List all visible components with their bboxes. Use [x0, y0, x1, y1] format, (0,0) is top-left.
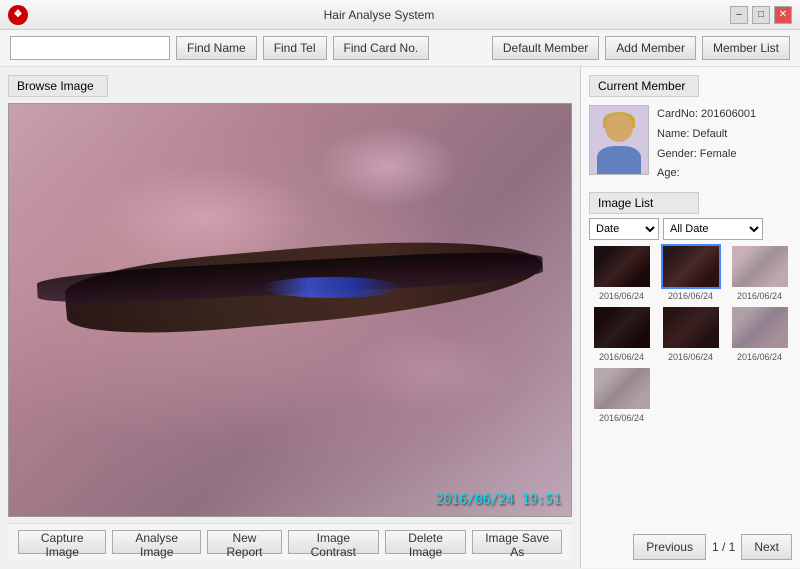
thumb-bg-1 — [594, 246, 650, 287]
avatar-body — [597, 146, 641, 174]
thumb-date: 2016/06/24 — [668, 352, 713, 362]
delete-image-button[interactable]: Delete Image — [385, 530, 467, 554]
member-card-no: CardNo: 201606001 — [657, 105, 756, 125]
analyse-image-button[interactable]: Analyse Image — [112, 530, 200, 554]
filter-row: Date All Date — [589, 218, 792, 240]
toolbar: Find Name Find Tel Find Card No. Default… — [0, 30, 800, 67]
member-avatar — [589, 105, 649, 175]
list-item[interactable]: 2016/06/24 — [727, 305, 792, 362]
thumb-bg-3 — [732, 246, 788, 287]
next-button[interactable]: Next — [741, 534, 792, 560]
thumb-bg-6 — [732, 307, 788, 348]
add-member-button[interactable]: Add Member — [605, 36, 696, 60]
thumbnail-image[interactable] — [592, 366, 652, 411]
left-panel: Browse Image 2016/06/24 19:51 Capture Im… — [0, 67, 580, 568]
thumbnail-image[interactable] — [661, 305, 721, 350]
thumbnail-grid: 2016/06/24 2016/06/24 2016/06/24 — [589, 244, 792, 423]
right-panel: Current Member CardNo: 201606001 Name: D… — [580, 67, 800, 568]
previous-button[interactable]: Previous — [633, 534, 706, 560]
window-title: Hair Analyse System — [28, 8, 730, 22]
thumb-date: 2016/06/24 — [737, 291, 782, 301]
restore-button[interactable]: □ — [752, 6, 770, 24]
avatar-head — [605, 114, 633, 142]
thumb-bg-2 — [663, 246, 719, 287]
member-gender: Gender: Female — [657, 145, 756, 165]
list-item[interactable]: 2016/06/24 — [658, 305, 723, 362]
new-report-button[interactable]: New Report — [207, 530, 282, 554]
image-list-label-wrapper: Image List — [589, 192, 792, 214]
default-member-button[interactable]: Default Member — [492, 36, 599, 60]
member-card: CardNo: 201606001 Name: Default Gender: … — [589, 105, 792, 184]
thumb-date: 2016/06/24 — [599, 413, 644, 423]
main-area: Browse Image 2016/06/24 19:51 Capture Im… — [0, 67, 800, 568]
all-date-filter-select[interactable]: All Date — [663, 218, 763, 240]
image-display: 2016/06/24 19:51 — [8, 103, 572, 517]
thumb-date: 2016/06/24 — [668, 291, 713, 301]
close-button[interactable]: ✕ — [774, 6, 792, 24]
image-save-as-button[interactable]: Image Save As — [472, 530, 562, 554]
find-card-no-button[interactable]: Find Card No. — [333, 36, 430, 60]
title-bar: ❖ Hair Analyse System – □ ✕ — [0, 0, 800, 30]
thumb-date: 2016/06/24 — [599, 291, 644, 301]
list-item[interactable]: 2016/06/24 — [589, 305, 654, 362]
thumbnail-image[interactable] — [592, 305, 652, 350]
capture-image-button[interactable]: Capture Image — [18, 530, 106, 554]
thumbnail-image-selected[interactable] — [661, 244, 721, 289]
minimize-button[interactable]: – — [730, 6, 748, 24]
scatter-highlight-3 — [318, 125, 459, 207]
member-name: Name: Default — [657, 125, 756, 145]
thumb-bg-4 — [594, 307, 650, 348]
thumb-date: 2016/06/24 — [599, 352, 644, 362]
thumb-bg-7 — [594, 368, 650, 409]
hair-image-background — [9, 104, 571, 516]
member-info: CardNo: 201606001 Name: Default Gender: … — [657, 105, 756, 184]
list-item[interactable]: 2016/06/24 — [589, 366, 654, 423]
list-item[interactable]: 2016/06/24 — [658, 244, 723, 301]
member-age: Age: — [657, 164, 756, 184]
member-list-button[interactable]: Member List — [702, 36, 790, 60]
list-item[interactable]: 2016/06/24 — [727, 244, 792, 301]
image-timestamp: 2016/06/24 19:51 — [436, 493, 561, 508]
bottom-toolbar: Capture Image Analyse Image New Report I… — [8, 523, 572, 560]
browse-image-label: Browse Image — [8, 75, 572, 97]
find-tel-button[interactable]: Find Tel — [263, 36, 327, 60]
thumbnail-image[interactable] — [730, 305, 790, 350]
scatter-highlight-2 — [346, 331, 515, 413]
date-filter-select[interactable]: Date — [589, 218, 659, 240]
thumbnail-image[interactable] — [730, 244, 790, 289]
window-controls: – □ ✕ — [730, 6, 792, 24]
image-contrast-button[interactable]: Image Contrast — [288, 530, 379, 554]
list-item[interactable]: 2016/06/24 — [589, 244, 654, 301]
thumb-bg-5 — [663, 307, 719, 348]
search-input[interactable] — [10, 36, 170, 60]
page-info: 1 / 1 — [712, 540, 735, 554]
current-member-label: Current Member — [589, 75, 699, 97]
member-controls: Default Member Add Member Member List — [492, 36, 790, 60]
thumb-date: 2016/06/24 — [737, 352, 782, 362]
hair-blue-highlight — [262, 277, 403, 298]
current-member-label-wrapper: Current Member — [589, 75, 792, 97]
pagination: Previous 1 / 1 Next — [633, 534, 792, 560]
image-list-label: Image List — [589, 192, 699, 214]
thumbnail-image[interactable] — [592, 244, 652, 289]
find-name-button[interactable]: Find Name — [176, 36, 257, 60]
image-list-section: Image List Date All Date 2016/06/24 — [589, 192, 792, 526]
app-icon: ❖ — [8, 5, 28, 25]
